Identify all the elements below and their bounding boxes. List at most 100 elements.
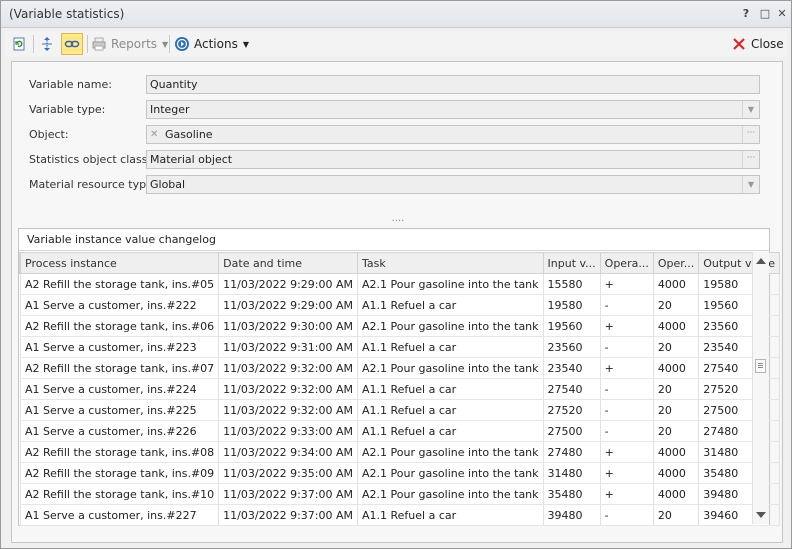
column-header[interactable]: Oper... bbox=[652, 252, 700, 274]
chevron-down-icon[interactable]: ▼ bbox=[742, 101, 759, 118]
table-cell[interactable]: - bbox=[600, 378, 654, 400]
table-cell[interactable]: 20 bbox=[653, 378, 700, 400]
table-cell[interactable]: - bbox=[600, 504, 654, 526]
table-cell[interactable]: 27540 bbox=[543, 378, 601, 400]
table-cell[interactable]: 11/03/2022 9:29:00 AM bbox=[218, 294, 358, 316]
table-cell[interactable]: 35480 bbox=[543, 483, 601, 505]
table-cell[interactable]: A1 Serve a customer, ins.#222 bbox=[20, 294, 220, 316]
help-button[interactable]: ? bbox=[738, 6, 754, 22]
refresh-button[interactable] bbox=[11, 33, 27, 55]
variable-name-field[interactable]: Quantity bbox=[146, 75, 760, 94]
close-window-button[interactable]: ✕ bbox=[774, 6, 790, 22]
table-cell[interactable]: A2 Refill the storage tank, ins.#06 bbox=[20, 315, 220, 337]
reports-dropdown[interactable]: Reports ▼ bbox=[91, 33, 168, 55]
table-cell[interactable]: 11/03/2022 9:33:00 AM bbox=[218, 420, 358, 442]
table-row[interactable]: A1 Serve a customer, ins.#225 11/03/2022 … bbox=[19, 399, 781, 421]
table-cell[interactable]: 11/03/2022 9:32:00 AM bbox=[218, 357, 358, 379]
table-cell[interactable]: A2 Refill the storage tank, ins.#07 bbox=[20, 357, 220, 379]
table-cell[interactable]: A2.1 Pour gasoline into the tank bbox=[357, 441, 544, 463]
resource-type-select[interactable]: Global ▼ bbox=[146, 175, 760, 194]
clear-icon[interactable]: ✕ bbox=[150, 126, 158, 143]
table-row[interactable]: A2 Refill the storage tank, ins.#06 11/03… bbox=[19, 315, 781, 337]
close-button[interactable]: Close bbox=[731, 33, 784, 55]
table-cell[interactable]: - bbox=[600, 294, 654, 316]
actions-dropdown[interactable]: Actions ▼ bbox=[174, 33, 249, 55]
table-row[interactable]: A2 Refill the storage tank, ins.#08 11/03… bbox=[19, 441, 781, 463]
table-cell[interactable]: A1.1 Refuel a car bbox=[357, 399, 544, 421]
table-cell[interactable]: A1 Serve a customer, ins.#225 bbox=[20, 399, 220, 421]
table-cell[interactable]: A1 Serve a customer, ins.#224 bbox=[20, 378, 220, 400]
table-cell[interactable]: + bbox=[600, 483, 654, 505]
ellipsis-button[interactable]: ··· bbox=[742, 126, 759, 143]
table-row[interactable]: A2 Refill the storage tank, ins.#09 11/03… bbox=[19, 462, 781, 484]
table-cell[interactable]: 19560 bbox=[543, 315, 601, 337]
table-cell[interactable]: 27500 bbox=[543, 420, 601, 442]
table-cell[interactable]: 15580 bbox=[543, 273, 601, 295]
table-cell[interactable]: A2.1 Pour gasoline into the tank bbox=[357, 462, 544, 484]
scroll-thumb[interactable] bbox=[755, 359, 766, 373]
table-row[interactable]: A1 Serve a customer, ins.#227 11/03/2022 … bbox=[19, 504, 781, 526]
column-header[interactable]: Task bbox=[357, 252, 544, 274]
table-row[interactable]: A1 Serve a customer, ins.#223 11/03/2022 … bbox=[19, 336, 781, 358]
scroll-down-arrow-icon[interactable] bbox=[756, 512, 766, 518]
table-cell[interactable]: - bbox=[600, 420, 654, 442]
table-cell[interactable]: A1 Serve a customer, ins.#226 bbox=[20, 420, 220, 442]
table-cell[interactable]: A1 Serve a customer, ins.#223 bbox=[20, 336, 220, 358]
table-cell[interactable]: A1.1 Refuel a car bbox=[357, 378, 544, 400]
table-cell[interactable]: 20 bbox=[653, 294, 700, 316]
table-cell[interactable]: 23560 bbox=[543, 336, 601, 358]
table-cell[interactable]: + bbox=[600, 357, 654, 379]
table-row[interactable]: A2 Refill the storage tank, ins.#10 11/03… bbox=[19, 483, 781, 505]
chevron-down-icon[interactable]: ▼ bbox=[742, 176, 759, 193]
column-header[interactable]: Input v... bbox=[542, 252, 601, 274]
table-cell[interactable]: 11/03/2022 9:31:00 AM bbox=[218, 336, 358, 358]
table-cell[interactable]: + bbox=[600, 441, 654, 463]
table-cell[interactable]: A2 Refill the storage tank, ins.#09 bbox=[20, 462, 220, 484]
table-cell[interactable]: 11/03/2022 9:35:00 AM bbox=[218, 462, 358, 484]
column-header[interactable]: Opera... bbox=[599, 252, 654, 274]
table-row[interactable]: A1 Serve a customer, ins.#222 11/03/2022 … bbox=[19, 294, 781, 316]
ellipsis-button[interactable]: ··· bbox=[742, 151, 759, 168]
table-cell[interactable]: 4000 bbox=[653, 315, 700, 337]
vertical-scrollbar[interactable] bbox=[752, 252, 769, 524]
table-cell[interactable]: 39480 bbox=[543, 504, 601, 526]
table-cell[interactable]: A1.1 Refuel a car bbox=[357, 420, 544, 442]
expand-button[interactable] bbox=[39, 33, 55, 55]
restore-button[interactable]: □ bbox=[757, 6, 773, 22]
table-cell[interactable]: 20 bbox=[653, 420, 700, 442]
table-cell[interactable]: 11/03/2022 9:37:00 AM bbox=[218, 504, 358, 526]
table-row[interactable]: A2 Refill the storage tank, ins.#07 11/03… bbox=[19, 357, 781, 379]
table-cell[interactable]: A1.1 Refuel a car bbox=[357, 294, 544, 316]
table-cell[interactable]: - bbox=[600, 399, 654, 421]
table-cell[interactable]: 31480 bbox=[543, 462, 601, 484]
table-cell[interactable]: 20 bbox=[653, 336, 700, 358]
table-cell[interactable]: 4000 bbox=[653, 441, 700, 463]
table-cell[interactable]: 4000 bbox=[653, 357, 700, 379]
table-cell[interactable]: A2 Refill the storage tank, ins.#05 bbox=[20, 273, 220, 295]
table-cell[interactable]: 11/03/2022 9:29:00 AM bbox=[218, 273, 358, 295]
scroll-up-arrow-icon[interactable] bbox=[756, 258, 766, 264]
table-cell[interactable]: 27480 bbox=[543, 441, 601, 463]
table-cell[interactable]: A2.1 Pour gasoline into the tank bbox=[357, 273, 544, 295]
table-row[interactable]: A1 Serve a customer, ins.#224 11/03/2022 … bbox=[19, 378, 781, 400]
table-cell[interactable]: + bbox=[600, 315, 654, 337]
table-cell[interactable]: 23540 bbox=[543, 357, 601, 379]
table-cell[interactable]: A2 Refill the storage tank, ins.#08 bbox=[20, 441, 220, 463]
table-row[interactable]: A2 Refill the storage tank, ins.#05 11/03… bbox=[19, 273, 781, 295]
table-cell[interactable]: 27520 bbox=[543, 399, 601, 421]
table-cell[interactable]: A1.1 Refuel a car bbox=[357, 336, 544, 358]
table-cell[interactable]: 11/03/2022 9:30:00 AM bbox=[218, 315, 358, 337]
table-cell[interactable]: A2.1 Pour gasoline into the tank bbox=[357, 315, 544, 337]
table-cell[interactable]: 11/03/2022 9:32:00 AM bbox=[218, 399, 358, 421]
link-toggle-button[interactable] bbox=[61, 33, 83, 55]
table-cell[interactable]: 20 bbox=[653, 399, 700, 421]
table-cell[interactable]: A2.1 Pour gasoline into the tank bbox=[357, 357, 544, 379]
table-cell[interactable]: A1.1 Refuel a car bbox=[357, 504, 544, 526]
table-row[interactable]: A1 Serve a customer, ins.#226 11/03/2022 … bbox=[19, 420, 781, 442]
table-cell[interactable]: 4000 bbox=[653, 483, 700, 505]
table-cell[interactable]: 19580 bbox=[543, 294, 601, 316]
object-field[interactable]: ✕ Gasoline ··· bbox=[146, 125, 760, 144]
column-header[interactable]: Process instance bbox=[19, 252, 220, 274]
stats-class-field[interactable]: Material object ··· bbox=[146, 150, 760, 169]
table-cell[interactable]: 11/03/2022 9:32:00 AM bbox=[218, 378, 358, 400]
